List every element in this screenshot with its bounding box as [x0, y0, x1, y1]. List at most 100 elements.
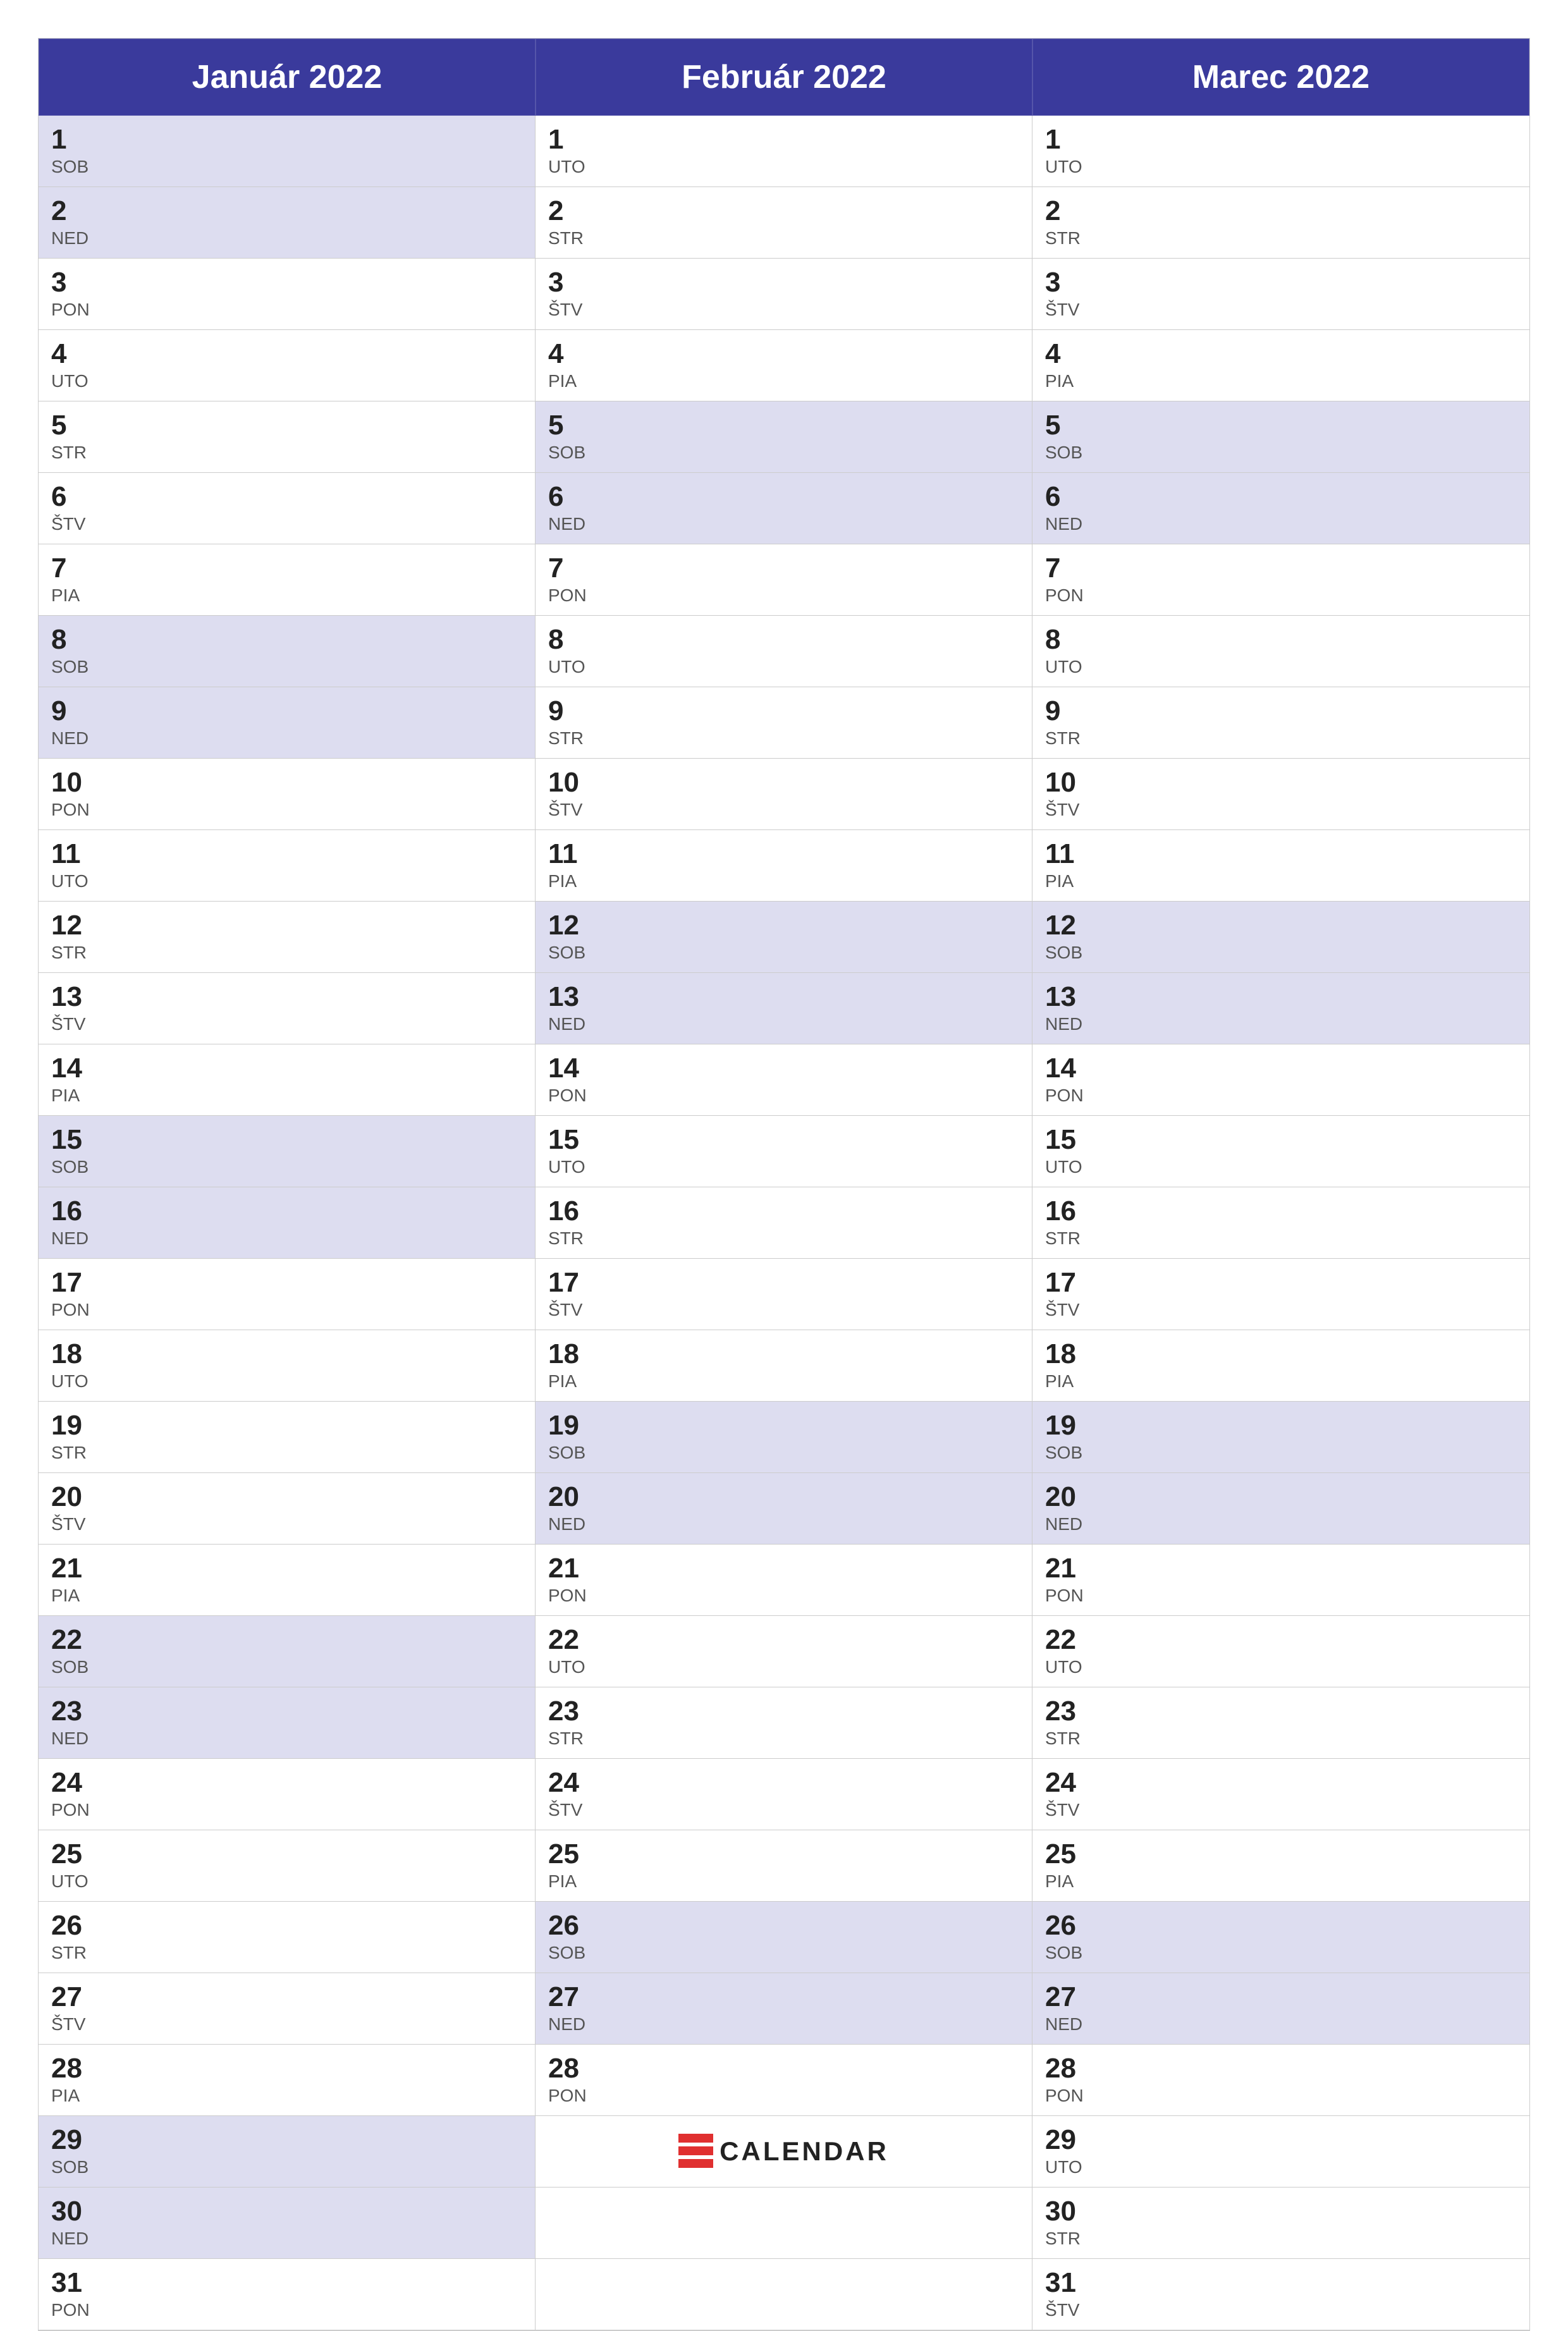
day-cell-m1-d22: 22UTO	[536, 1616, 1032, 1687]
day-name: ŠTV	[51, 513, 522, 535]
day-number: 15	[1045, 1125, 1517, 1155]
day-number: 6	[1045, 482, 1517, 512]
day-name: UTO	[1045, 1156, 1517, 1178]
day-number: 5	[1045, 410, 1517, 441]
day-number: 8	[548, 625, 1019, 655]
day-number: 30	[51, 2196, 522, 2227]
day-number: 7	[51, 553, 522, 584]
day-number: 16	[1045, 1196, 1517, 1227]
month-header-2: Marec 2022	[1032, 39, 1529, 116]
day-cell-m2-d3: 3ŠTV	[1032, 259, 1529, 330]
day-cell-m0-d28: 28PIA	[39, 2045, 536, 2116]
day-number: 31	[1045, 2268, 1517, 2298]
day-number: 13	[548, 982, 1019, 1012]
day-number: 12	[548, 910, 1019, 941]
day-name: SOB	[548, 442, 1019, 463]
day-name: SOB	[51, 2157, 522, 2178]
day-cell-m0-d7: 7PIA	[39, 544, 536, 616]
day-name: ŠTV	[1045, 2299, 1517, 2321]
day-cell-m0-d30: 30NED	[39, 2187, 536, 2259]
day-name: PON	[1045, 1585, 1517, 1606]
day-number: 1	[1045, 125, 1517, 155]
day-number: 3	[51, 267, 522, 298]
day-name: NED	[51, 1728, 522, 1749]
empty-day-cell-m1-r30	[536, 2259, 1032, 2330]
day-number: 16	[548, 1196, 1019, 1227]
day-cell-m1-d23: 23STR	[536, 1687, 1032, 1759]
day-cell-m1-d19: 19SOB	[536, 1402, 1032, 1473]
day-cell-m0-d13: 13ŠTV	[39, 973, 536, 1044]
day-name: NED	[548, 2014, 1019, 2035]
day-cell-m1-d7: 7PON	[536, 544, 1032, 616]
day-number: 4	[51, 339, 522, 369]
day-number: 22	[548, 1625, 1019, 1655]
day-name: UTO	[548, 1656, 1019, 1678]
month-header-0: Január 2022	[39, 39, 536, 116]
day-name: ŠTV	[1045, 799, 1517, 821]
day-cell-m0-d10: 10PON	[39, 759, 536, 830]
day-name: UTO	[51, 370, 522, 392]
day-cell-m1-d17: 17ŠTV	[536, 1259, 1032, 1330]
day-cell-m0-d8: 8SOB	[39, 616, 536, 687]
day-name: PON	[51, 1299, 522, 1321]
day-cell-m1-d6: 6NED	[536, 473, 1032, 544]
day-name: NED	[548, 1013, 1019, 1035]
day-number: 10	[548, 768, 1019, 798]
day-number: 20	[1045, 1482, 1517, 1512]
day-name: PIA	[51, 585, 522, 606]
day-number: 24	[51, 1768, 522, 1798]
day-number: 23	[1045, 1696, 1517, 1727]
day-number: 26	[51, 1911, 522, 1941]
day-cell-m1-d8: 8UTO	[536, 616, 1032, 687]
day-cell-m0-d25: 25UTO	[39, 1830, 536, 1902]
calendar-grid: Január 2022Február 2022Marec 20221SOB1UT…	[38, 38, 1530, 2331]
day-number: 19	[1045, 1410, 1517, 1441]
day-number: 11	[1045, 839, 1517, 869]
day-cell-m1-d12: 12SOB	[536, 902, 1032, 973]
day-cell-m2-d8: 8UTO	[1032, 616, 1529, 687]
day-number: 17	[548, 1268, 1019, 1298]
day-name: PON	[548, 2085, 1019, 2107]
day-cell-m1-d18: 18PIA	[536, 1330, 1032, 1402]
day-number: 18	[51, 1339, 522, 1369]
day-name: ŠTV	[548, 299, 1019, 321]
day-name: SOB	[51, 156, 522, 178]
day-cell-m2-d31: 31ŠTV	[1032, 2259, 1529, 2330]
day-name: PIA	[1045, 1371, 1517, 1392]
day-cell-m1-d3: 3ŠTV	[536, 259, 1032, 330]
day-name: STR	[51, 442, 522, 463]
day-cell-m2-d16: 16STR	[1032, 1187, 1529, 1259]
day-number: 13	[1045, 982, 1517, 1012]
day-name: STR	[548, 228, 1019, 249]
day-cell-m0-d22: 22SOB	[39, 1616, 536, 1687]
day-cell-m1-d13: 13NED	[536, 973, 1032, 1044]
day-name: SOB	[548, 1442, 1019, 1464]
day-number: 26	[1045, 1911, 1517, 1941]
day-name: STR	[1045, 2228, 1517, 2249]
day-cell-m0-d6: 6ŠTV	[39, 473, 536, 544]
day-cell-m2-d7: 7PON	[1032, 544, 1529, 616]
day-number: 1	[548, 125, 1019, 155]
day-number: 21	[51, 1553, 522, 1584]
day-cell-m2-d28: 28PON	[1032, 2045, 1529, 2116]
day-number: 7	[1045, 553, 1517, 584]
day-name: ŠTV	[548, 799, 1019, 821]
day-number: 9	[548, 696, 1019, 726]
day-cell-m2-d29: 29UTO	[1032, 2116, 1529, 2187]
day-name: PIA	[1045, 370, 1517, 392]
day-cell-m2-d1: 1UTO	[1032, 116, 1529, 187]
day-number: 6	[51, 482, 522, 512]
day-cell-m1-d4: 4PIA	[536, 330, 1032, 401]
day-cell-m1-d21: 21PON	[536, 1545, 1032, 1616]
day-cell-m0-d16: 16NED	[39, 1187, 536, 1259]
day-number: 15	[548, 1125, 1019, 1155]
day-cell-m0-d9: 9NED	[39, 687, 536, 759]
day-cell-m0-d4: 4UTO	[39, 330, 536, 401]
day-name: NED	[1045, 1514, 1517, 1535]
day-name: STR	[51, 1942, 522, 1964]
day-name: PIA	[1045, 871, 1517, 892]
day-name: ŠTV	[1045, 1299, 1517, 1321]
day-cell-m0-d31: 31PON	[39, 2259, 536, 2330]
day-cell-m1-d9: 9STR	[536, 687, 1032, 759]
day-cell-m1-d14: 14PON	[536, 1044, 1032, 1116]
